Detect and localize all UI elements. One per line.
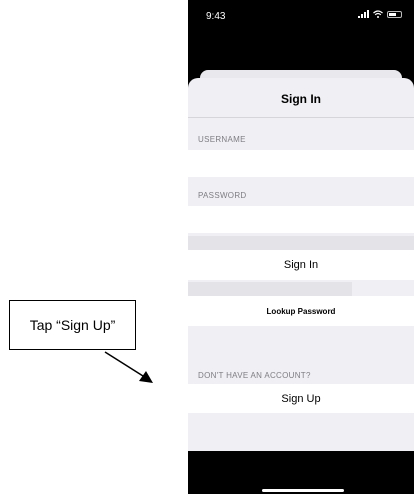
password-label: PASSWORD: [198, 191, 247, 200]
battery-icon: [387, 10, 402, 18]
lookup-password-button[interactable]: Lookup Password: [188, 296, 414, 326]
status-time: 9:43: [206, 11, 226, 22]
section-spacer: [188, 282, 352, 296]
instruction-text: Tap “Sign Up”: [29, 317, 116, 333]
password-field[interactable]: [188, 206, 414, 233]
sign-up-button-label: Sign Up: [281, 392, 321, 405]
status-bar: 9:43: [188, 0, 414, 30]
username-field[interactable]: [188, 150, 414, 177]
sign-in-sheet: Sign In USERNAME PASSWORD Sign In Lookup…: [188, 78, 414, 451]
sign-up-button[interactable]: Sign Up: [188, 384, 414, 413]
sheet-title: Sign In: [281, 92, 321, 106]
sign-in-button[interactable]: Sign In: [188, 250, 414, 280]
wifi-icon: [373, 10, 383, 18]
status-icons: [358, 10, 402, 18]
lookup-password-label: Lookup Password: [266, 306, 336, 316]
username-label: USERNAME: [198, 135, 246, 144]
sign-in-button-label: Sign In: [283, 259, 319, 271]
instruction-callout: Tap “Sign Up”: [9, 300, 136, 350]
nav-divider: [188, 117, 414, 118]
phone-screen: 9:43 Sign In USERNAME PASSWORD Sign In L…: [188, 0, 414, 494]
no-account-label: DON'T HAVE AN ACCOUNT?: [198, 371, 311, 380]
home-area: [188, 451, 414, 494]
signal-icon: [358, 10, 369, 18]
home-indicator[interactable]: [262, 489, 344, 492]
section-spacer: [188, 236, 414, 250]
